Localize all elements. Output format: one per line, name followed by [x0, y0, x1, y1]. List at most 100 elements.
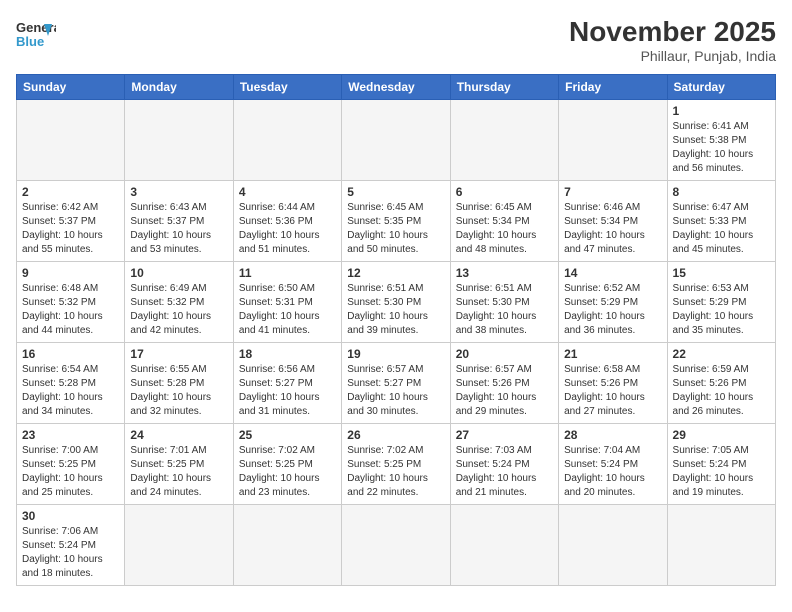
- day-number: 30: [22, 509, 119, 523]
- day-number: 27: [456, 428, 553, 442]
- day-number: 26: [347, 428, 444, 442]
- calendar-cell: [233, 505, 341, 586]
- calendar-cell: [342, 505, 450, 586]
- day-info: Sunrise: 6:55 AM Sunset: 5:28 PM Dayligh…: [130, 363, 227, 419]
- day-number: 11: [239, 266, 336, 280]
- day-info: Sunrise: 7:00 AM Sunset: 5:25 PM Dayligh…: [22, 444, 119, 500]
- calendar-cell: 28 Sunrise: 7:04 AM Sunset: 5:24 PM Dayli…: [559, 424, 667, 505]
- calendar-cell: 2Sunrise: 6:42 AM Sunset: 5:37 PM Daylig…: [17, 181, 125, 262]
- day-info: Sunrise: 7:06 AM Sunset: 5:24 PM Dayligh…: [22, 525, 119, 581]
- day-number: 14: [564, 266, 661, 280]
- logo-icon: General Blue: [16, 16, 56, 52]
- day-info: Sunrise: 6:59 AM Sunset: 5:26 PM Dayligh…: [673, 363, 770, 419]
- calendar-cell: 30 Sunrise: 7:06 AM Sunset: 5:24 PM Dayli…: [17, 505, 125, 586]
- month-year-title: November 2025: [569, 16, 776, 48]
- calendar-cell: 9Sunrise: 6:48 AM Sunset: 5:32 PM Daylig…: [17, 262, 125, 343]
- day-info: Sunrise: 6:47 AM Sunset: 5:33 PM Dayligh…: [673, 201, 770, 257]
- weekday-header-saturday: Saturday: [667, 75, 775, 100]
- day-number: 22: [673, 347, 770, 361]
- day-number: 8: [673, 185, 770, 199]
- day-number: 18: [239, 347, 336, 361]
- calendar-cell: [559, 100, 667, 181]
- day-number: 13: [456, 266, 553, 280]
- day-info: Sunrise: 6:56 AM Sunset: 5:27 PM Dayligh…: [239, 363, 336, 419]
- weekday-header-wednesday: Wednesday: [342, 75, 450, 100]
- calendar-cell: 12Sunrise: 6:51 AM Sunset: 5:30 PM Dayli…: [342, 262, 450, 343]
- title-block: November 2025 Phillaur, Punjab, India: [569, 16, 776, 64]
- day-info: Sunrise: 6:58 AM Sunset: 5:26 PM Dayligh…: [564, 363, 661, 419]
- day-info: Sunrise: 6:51 AM Sunset: 5:30 PM Dayligh…: [347, 282, 444, 338]
- calendar-cell: 16 Sunrise: 6:54 AM Sunset: 5:28 PM Dayli…: [17, 343, 125, 424]
- calendar-cell: [342, 100, 450, 181]
- calendar-table: SundayMondayTuesdayWednesdayThursdayFrid…: [16, 74, 776, 586]
- calendar-cell: 7 Sunrise: 6:46 AM Sunset: 5:34 PM Daylig…: [559, 181, 667, 262]
- day-info: Sunrise: 6:50 AM Sunset: 5:31 PM Dayligh…: [239, 282, 336, 338]
- calendar-cell: 25Sunrise: 7:02 AM Sunset: 5:25 PM Dayli…: [233, 424, 341, 505]
- weekday-header-friday: Friday: [559, 75, 667, 100]
- calendar-cell: 21Sunrise: 6:58 AM Sunset: 5:26 PM Dayli…: [559, 343, 667, 424]
- calendar-cell: 3 Sunrise: 6:43 AM Sunset: 5:37 PM Daylig…: [125, 181, 233, 262]
- location-subtitle: Phillaur, Punjab, India: [569, 48, 776, 64]
- day-info: Sunrise: 6:43 AM Sunset: 5:37 PM Dayligh…: [130, 201, 227, 257]
- day-number: 17: [130, 347, 227, 361]
- day-number: 29: [673, 428, 770, 442]
- day-info: Sunrise: 7:01 AM Sunset: 5:25 PM Dayligh…: [130, 444, 227, 500]
- calendar-cell: [17, 100, 125, 181]
- day-info: Sunrise: 6:44 AM Sunset: 5:36 PM Dayligh…: [239, 201, 336, 257]
- calendar-cell: 24 Sunrise: 7:01 AM Sunset: 5:25 PM Dayli…: [125, 424, 233, 505]
- day-info: Sunrise: 6:45 AM Sunset: 5:34 PM Dayligh…: [456, 201, 553, 257]
- calendar-cell: 11 Sunrise: 6:50 AM Sunset: 5:31 PM Dayli…: [233, 262, 341, 343]
- calendar-cell: [125, 100, 233, 181]
- calendar-cell: 26 Sunrise: 7:02 AM Sunset: 5:25 PM Dayli…: [342, 424, 450, 505]
- day-info: Sunrise: 6:49 AM Sunset: 5:32 PM Dayligh…: [130, 282, 227, 338]
- day-number: 2: [22, 185, 119, 199]
- svg-text:Blue: Blue: [16, 34, 44, 49]
- day-number: 4: [239, 185, 336, 199]
- day-info: Sunrise: 7:02 AM Sunset: 5:25 PM Dayligh…: [239, 444, 336, 500]
- logo: General Blue: [16, 16, 56, 52]
- day-number: 10: [130, 266, 227, 280]
- calendar-cell: 15Sunrise: 6:53 AM Sunset: 5:29 PM Dayli…: [667, 262, 775, 343]
- calendar-cell: 20Sunrise: 6:57 AM Sunset: 5:26 PM Dayli…: [450, 343, 558, 424]
- weekday-header-thursday: Thursday: [450, 75, 558, 100]
- day-info: Sunrise: 6:51 AM Sunset: 5:30 PM Dayligh…: [456, 282, 553, 338]
- day-info: Sunrise: 6:41 AM Sunset: 5:38 PM Dayligh…: [673, 120, 770, 176]
- calendar-header-row: SundayMondayTuesdayWednesdayThursdayFrid…: [17, 75, 776, 100]
- day-number: 7: [564, 185, 661, 199]
- day-number: 23: [22, 428, 119, 442]
- calendar-cell: [125, 505, 233, 586]
- calendar-cell: 4 Sunrise: 6:44 AM Sunset: 5:36 PM Daylig…: [233, 181, 341, 262]
- calendar-cell: 1 Sunrise: 6:41 AM Sunset: 5:38 PM Daylig…: [667, 100, 775, 181]
- calendar-cell: 27 Sunrise: 7:03 AM Sunset: 5:24 PM Dayli…: [450, 424, 558, 505]
- calendar-cell: [233, 100, 341, 181]
- calendar-cell: [559, 505, 667, 586]
- day-number: 6: [456, 185, 553, 199]
- day-number: 16: [22, 347, 119, 361]
- calendar-cell: 18 Sunrise: 6:56 AM Sunset: 5:27 PM Dayli…: [233, 343, 341, 424]
- calendar-cell: 14Sunrise: 6:52 AM Sunset: 5:29 PM Dayli…: [559, 262, 667, 343]
- day-info: Sunrise: 6:53 AM Sunset: 5:29 PM Dayligh…: [673, 282, 770, 338]
- calendar-cell: 13 Sunrise: 6:51 AM Sunset: 5:30 PM Dayli…: [450, 262, 558, 343]
- calendar-cell: [450, 505, 558, 586]
- day-number: 19: [347, 347, 444, 361]
- calendar-cell: 23 Sunrise: 7:00 AM Sunset: 5:25 PM Dayli…: [17, 424, 125, 505]
- weekday-header-tuesday: Tuesday: [233, 75, 341, 100]
- day-info: Sunrise: 6:45 AM Sunset: 5:35 PM Dayligh…: [347, 201, 444, 257]
- day-info: Sunrise: 6:54 AM Sunset: 5:28 PM Dayligh…: [22, 363, 119, 419]
- day-info: Sunrise: 6:57 AM Sunset: 5:27 PM Dayligh…: [347, 363, 444, 419]
- day-number: 28: [564, 428, 661, 442]
- calendar-cell: 6 Sunrise: 6:45 AM Sunset: 5:34 PM Daylig…: [450, 181, 558, 262]
- calendar-cell: 22 Sunrise: 6:59 AM Sunset: 5:26 PM Dayli…: [667, 343, 775, 424]
- day-info: Sunrise: 7:04 AM Sunset: 5:24 PM Dayligh…: [564, 444, 661, 500]
- day-number: 24: [130, 428, 227, 442]
- calendar-cell: 29Sunrise: 7:05 AM Sunset: 5:24 PM Dayli…: [667, 424, 775, 505]
- day-info: Sunrise: 6:46 AM Sunset: 5:34 PM Dayligh…: [564, 201, 661, 257]
- day-info: Sunrise: 6:48 AM Sunset: 5:32 PM Dayligh…: [22, 282, 119, 338]
- calendar-cell: 5Sunrise: 6:45 AM Sunset: 5:35 PM Daylig…: [342, 181, 450, 262]
- day-number: 1: [673, 104, 770, 118]
- page-header: General Blue November 2025 Phillaur, Pun…: [16, 16, 776, 64]
- weekday-header-sunday: Sunday: [17, 75, 125, 100]
- day-number: 3: [130, 185, 227, 199]
- day-info: Sunrise: 7:03 AM Sunset: 5:24 PM Dayligh…: [456, 444, 553, 500]
- day-info: Sunrise: 7:02 AM Sunset: 5:25 PM Dayligh…: [347, 444, 444, 500]
